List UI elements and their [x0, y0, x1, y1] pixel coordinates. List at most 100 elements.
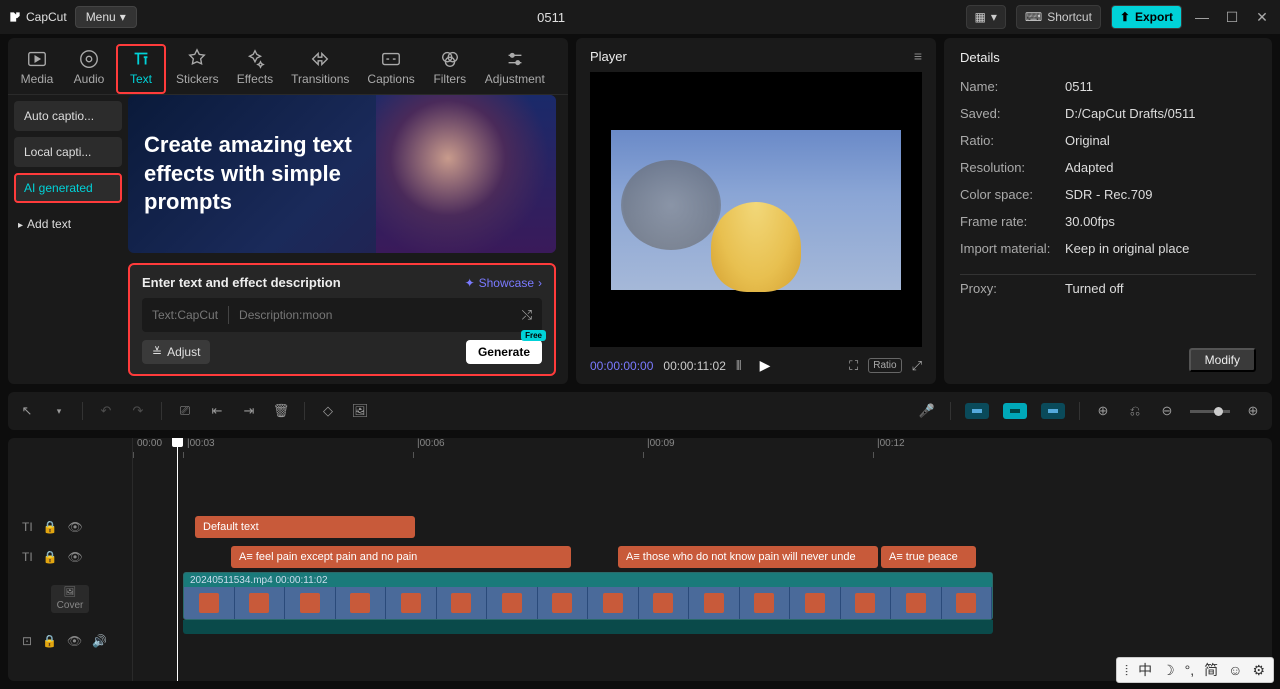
trim-left-icon[interactable]: ⇤ — [208, 403, 226, 419]
ratio-button[interactable]: Ratio — [868, 358, 901, 373]
mute-icon[interactable]: ⊡ — [22, 634, 32, 648]
speaker-icon[interactable]: 🔊 — [92, 634, 107, 648]
ime-toolbar[interactable]: ⦙ 中 ☽ °, 简 ☺ ⚙ — [1116, 657, 1274, 683]
project-title: 0511 — [145, 10, 958, 25]
sidebar-item-local-captions[interactable]: Local capti... — [14, 137, 122, 167]
video-track-head[interactable]: 🖼 Cover — [8, 572, 132, 626]
sidebar-item-ai-generated[interactable]: AI generated — [14, 173, 122, 203]
columns-icon[interactable]: ⦀ — [736, 358, 742, 374]
video-thumbnails — [184, 587, 992, 619]
clip-default-text[interactable]: Default text — [195, 516, 415, 538]
menu-button[interactable]: Menu ▾ — [75, 6, 137, 28]
showcase-link[interactable]: ✦ Showcase › — [465, 276, 542, 290]
shuffle-icon[interactable]: ⤭ — [522, 307, 532, 323]
redo-icon[interactable]: ↷ — [129, 403, 147, 419]
hero-image — [376, 95, 556, 253]
eye-icon[interactable]: 👁 — [68, 550, 83, 564]
magnet-main-icon[interactable] — [965, 403, 989, 419]
detail-resolution-label: Resolution: — [960, 160, 1065, 175]
zoom-slider[interactable] — [1190, 410, 1230, 413]
zoom-out-icon[interactable]: ⊖ — [1158, 403, 1176, 419]
detail-proxy-label: Proxy: — [960, 281, 1065, 296]
layout-button[interactable]: ▦ ▾ — [966, 5, 1006, 29]
detail-name-label: Name: — [960, 79, 1065, 94]
tab-adjustment[interactable]: Adjustment — [477, 44, 553, 94]
player-menu-icon[interactable]: ≡ — [914, 48, 922, 64]
tab-stickers[interactable]: Stickers — [168, 44, 227, 94]
text-track-head-1[interactable]: TI 🔒 👁 — [8, 512, 132, 542]
fullscreen-icon[interactable]: ⤢ — [912, 358, 922, 374]
player-canvas[interactable] — [590, 72, 922, 347]
emoji-icon[interactable]: ☺ — [1228, 662, 1242, 678]
time-total: 00:00:11:02 — [663, 359, 726, 373]
chevron-down-icon: ▾ — [120, 10, 126, 24]
text-track-head-2[interactable]: TI 🔒 👁 — [8, 542, 132, 572]
sidebar-item-auto-captions[interactable]: Auto captio... — [14, 101, 122, 131]
playhead[interactable] — [177, 438, 178, 681]
zoom-in-icon[interactable]: ⊕ — [1244, 403, 1262, 419]
tab-transitions[interactable]: Transitions — [283, 44, 357, 94]
selection-tool-icon[interactable]: ↖ — [18, 403, 36, 419]
audio-track-head[interactable]: ⊡ 🔒 👁 🔊 — [8, 626, 132, 656]
prompt-desc-input[interactable]: Description:moon — [239, 308, 332, 322]
detail-framerate-value: 30.00fps — [1065, 214, 1115, 229]
tab-media[interactable]: Media — [12, 44, 62, 94]
tab-audio[interactable]: Audio — [64, 44, 114, 94]
clip-text-a[interactable]: A≡ feel pain except pain and no pain — [231, 546, 571, 568]
undo-icon[interactable]: ↶ — [97, 403, 115, 419]
detail-import-value: Keep in original place — [1065, 241, 1189, 256]
eye-icon[interactable]: 👁 — [68, 520, 83, 534]
close-button[interactable]: ✕ — [1252, 9, 1272, 26]
sidebar-item-add-text[interactable]: Add text — [14, 209, 122, 239]
mic-icon[interactable]: 🎤 — [918, 403, 936, 419]
lock-icon[interactable]: 🔒 — [43, 550, 58, 564]
tab-text[interactable]: Text — [116, 44, 166, 94]
preview-axis-icon[interactable]: ⊕ — [1094, 403, 1112, 419]
clip-text-c[interactable]: A≡ true peace — [881, 546, 976, 568]
audio-waveform[interactable] — [183, 620, 993, 634]
detail-proxy-value: Turned off — [1065, 281, 1124, 296]
adjust-button[interactable]: ≚ Adjust — [142, 340, 210, 364]
moon-icon[interactable]: ☽ — [1162, 662, 1175, 679]
ime-punct-icon[interactable]: °, — [1185, 662, 1195, 678]
gear-icon[interactable]: ⚙ — [1252, 662, 1265, 679]
magnet-track-icon[interactable] — [1003, 403, 1027, 419]
tab-filters[interactable]: Filters — [425, 44, 475, 94]
scan-icon[interactable]: ⛶ — [849, 358, 858, 374]
cover-button[interactable]: 🖼 Cover — [51, 585, 90, 613]
video-preview — [611, 130, 901, 290]
lock-icon[interactable]: 🔒 — [43, 520, 58, 534]
ime-drag-icon[interactable]: ⦙ — [1125, 662, 1128, 679]
clip-text-b[interactable]: A≡ those who do not know pain will never… — [618, 546, 878, 568]
maximize-button[interactable]: ☐ — [1222, 9, 1242, 26]
lock-icon[interactable]: 🔒 — [42, 634, 57, 648]
details-title: Details — [960, 50, 1256, 65]
frame-export-icon[interactable]: 🖼 — [351, 403, 369, 419]
video-clip[interactable]: 20240511534.mp4 00:00:11:02 — [183, 572, 993, 620]
app-logo: CapCut — [8, 10, 67, 24]
tab-captions[interactable]: Captions — [359, 44, 422, 94]
export-button[interactable]: ⬆ Export — [1111, 5, 1182, 29]
detail-saved-value: D:/CapCut Drafts/0511 — [1065, 106, 1196, 121]
shortcut-button[interactable]: ⌨ Shortcut — [1016, 5, 1101, 29]
eye-icon[interactable]: 👁 — [67, 634, 82, 648]
tab-effects[interactable]: Effects — [229, 44, 281, 94]
play-button[interactable]: ▶ — [760, 357, 771, 374]
prompt-text-input[interactable]: Text:CapCut — [152, 308, 218, 322]
delete-icon[interactable]: 🗑 — [272, 403, 290, 419]
trim-right-icon[interactable]: ⇥ — [240, 403, 258, 419]
modify-button[interactable]: Modify — [1189, 348, 1256, 372]
link-icon[interactable] — [1041, 403, 1065, 419]
detail-import-label: Import material: — [960, 241, 1065, 256]
image-icon: 🖼 — [64, 587, 77, 598]
ime-mode[interactable]: 简 — [1204, 660, 1218, 680]
ime-lang[interactable]: 中 — [1138, 660, 1152, 680]
marker-icon[interactable]: ◇ — [319, 403, 337, 419]
timeline-ruler[interactable]: 00:00 |00:03 |00:06 |00:09 |00:12 — [133, 438, 1272, 462]
chevron-down-icon[interactable]: ▾ — [50, 406, 68, 417]
minimize-button[interactable]: — — [1192, 9, 1212, 25]
prompt-title: Enter text and effect description — [142, 275, 341, 290]
preview-cut-icon[interactable]: ⎌ — [1126, 403, 1144, 419]
generate-button[interactable]: Free Generate — [466, 340, 542, 364]
split-icon[interactable]: ⎚ — [176, 403, 194, 419]
